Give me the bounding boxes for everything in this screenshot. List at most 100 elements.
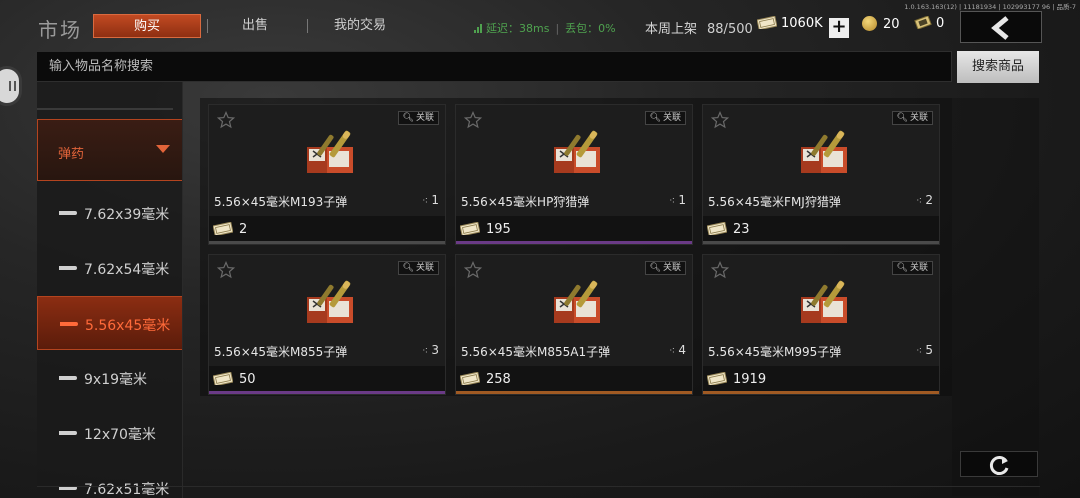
listing-card[interactable]: 🔍︎ 关联 5.56×45毫米HP狩猎弹 ⁖ 1 195 [455,104,693,245]
magnifier-icon: 🔍︎ [402,113,414,123]
stack-icon: ⁖ [421,344,429,357]
weekly-listing: 本周上架 88/500 [645,18,753,37]
stack-icon: ⁖ [421,194,429,207]
relation-button[interactable]: 🔍︎ 关联 [644,111,686,125]
listing-price: 195 [486,222,511,237]
stack-icon: ⁖ [668,194,676,207]
price-bar: 50 [209,366,445,394]
listing-quantity: ⁖ 5 [916,343,933,357]
relation-label: 关联 [415,263,434,273]
relation-button[interactable]: 🔍︎ 关联 [644,261,686,275]
listing-card[interactable]: 🔍︎ 关联 5.56×45毫米M193子弹 ⁖ 1 2 [208,104,446,245]
price-bar: 1919 [703,366,939,394]
price-bar: 23 [703,216,939,244]
listing-name: 5.56×45毫米HP狩猎弹 [461,195,590,209]
relation-label: 关联 [662,113,681,123]
stack-icon: ⁖ [915,194,923,207]
cash-icon [460,372,480,385]
sidebar-item-9x19[interactable]: 9x19毫米 [37,351,182,405]
cash-icon [213,372,233,385]
cash-icon [707,372,727,385]
listing-name: 5.56×45毫米M855子弹 [214,345,348,359]
listing-price: 50 [239,372,256,387]
price-bar: 2 [209,216,445,244]
search-bar [36,51,952,82]
ammo-box-icon [801,130,847,173]
stack-icon: ⁖ [915,344,923,357]
listing-card[interactable]: 🔍︎ 关联 5.56×45毫米M855A1子弹 ⁖ 4 258 [455,254,693,395]
weekly-count: 88/500 [707,22,753,37]
back-button[interactable] [960,11,1042,43]
relation-button[interactable]: 🔍︎ 关联 [397,261,439,275]
bottom-divider [37,486,1040,487]
star-icon[interactable] [464,261,482,279]
listing-card[interactable]: 🔍︎ 关联 5.56×45毫米M855子弹 ⁖ 3 50 [208,254,446,395]
listing-card[interactable]: 🔍︎ 关联 5.56×45毫米FMJ狩猎弹 ⁖ 2 23 [702,104,940,245]
listing-price: 1919 [733,372,767,387]
listing-name: 5.56×45毫米M995子弹 [708,345,842,359]
latency-text: 延迟：38ms [486,22,550,35]
ammo-box-icon [554,130,600,173]
ammo-box-icon [554,280,600,323]
magnifier-icon: 🔍︎ [649,263,661,273]
star-icon[interactable] [217,111,235,129]
sidebar-item-762x54[interactable]: 7.62x54毫米 [37,241,182,295]
cash-balance: 1060K [757,16,823,31]
add-cash-button[interactable]: + [829,18,849,38]
search-input[interactable] [37,52,951,81]
category-header [37,82,173,110]
ammo-box-icon [307,130,353,173]
network-status: 延迟：38ms | 丢包：0% [474,20,616,36]
cash-icon [213,222,233,235]
relation-button[interactable]: 🔍︎ 关联 [891,261,933,275]
relation-label: 关联 [662,263,681,273]
relation-button[interactable]: 🔍︎ 关联 [891,111,933,125]
listing-card[interactable]: 🔍︎ 关联 5.56×45毫米M995子弹 ⁖ 5 1919 [702,254,940,395]
signal-icon [474,24,482,33]
search-button[interactable]: 搜索商品 [957,51,1039,83]
sidebar-item-762x39[interactable]: 7.62x39毫米 [37,186,182,240]
quantity-value: 2 [925,193,933,207]
listing-price: 23 [733,222,750,237]
bullet-icon [59,376,77,380]
sidebar-item-762x51[interactable]: 7.62x51毫米 [37,461,182,498]
quantity-value: 4 [678,343,686,357]
packet-loss-text: 丢包：0% [565,22,616,35]
relation-button[interactable]: 🔍︎ 关联 [397,111,439,125]
bullet-icon [59,211,77,215]
sidebar-item-label: 5.56x45毫米 [85,318,171,334]
cash-icon [460,222,480,235]
relation-label: 关联 [909,113,928,123]
price-bar: 258 [456,366,692,394]
sidebar-item-12x70[interactable]: 12x70毫米 [37,406,182,460]
sidebar-item-label: 7.62x39毫米 [84,207,170,223]
category-ammo[interactable]: 弹药 [37,119,182,181]
tab-sell[interactable]: 出售 [215,14,295,38]
star-icon[interactable] [711,261,729,279]
category-ammo-label: 弹药 [58,147,85,162]
star-icon[interactable] [464,111,482,129]
sidebar-item-556x45[interactable]: 5.56x45毫米 [37,296,182,350]
tab-divider [307,19,308,33]
magnifier-icon: 🔍︎ [896,113,908,123]
side-drawer-handle[interactable] [0,66,22,106]
bullet-icon [59,266,77,270]
bullet-icon [60,322,78,326]
ticket-value: 0 [936,16,945,31]
listing-quantity: ⁖ 3 [422,343,439,357]
refresh-button[interactable] [960,451,1038,477]
tab-my-trades[interactable]: 我的交易 [320,14,400,38]
quantity-value: 1 [678,193,686,207]
star-icon[interactable] [711,111,729,129]
category-panel: 弹药 7.62x39毫米 7.62x54毫米 5.56x45毫米 9x19毫米 … [37,82,183,498]
cash-value: 1060K [781,16,823,31]
tab-divider [207,19,208,33]
cash-icon [757,16,777,29]
star-icon[interactable] [217,261,235,279]
coin-balance: 20 [862,16,900,32]
magnifier-icon: 🔍︎ [649,113,661,123]
listing-quantity: ⁖ 1 [669,193,686,207]
listing-quantity: ⁖ 2 [916,193,933,207]
listing-price: 2 [239,222,248,237]
tab-buy[interactable]: 购买 [93,14,201,38]
